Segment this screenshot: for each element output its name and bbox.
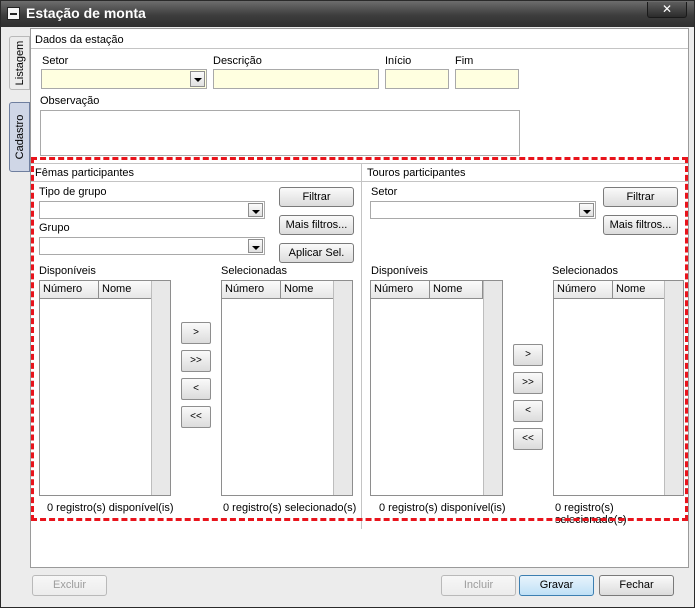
highlight-dashed-outline [31,157,688,521]
incluir-button[interactable]: Incluir [441,575,516,596]
fim-input[interactable] [455,69,519,89]
window-title: Estação de monta [26,5,146,21]
descricao-label: Descrição [213,55,262,67]
title-bar[interactable]: Estação de monta ✕ [1,1,694,27]
descricao-input[interactable] [213,69,379,89]
inicio-input[interactable] [385,69,449,89]
setor-label: Setor [42,55,69,67]
main-window: Estação de monta ✕ Listagem Cadastro Dad… [0,0,695,608]
gravar-button[interactable]: Gravar [519,575,594,596]
tab-listagem[interactable]: Listagem [9,36,30,90]
tab-cadastro-label: Cadastro [13,114,26,160]
dados-section-title: Dados da estação [35,34,124,46]
excluir-button[interactable]: Excluir [32,575,107,596]
observacao-label: Observação [40,95,100,107]
cadastro-panel: Dados da estação Setor Descrição Início … [30,28,689,568]
fim-label: Fim [455,55,474,67]
fechar-button[interactable]: Fechar [599,575,674,596]
tab-cadastro[interactable]: Cadastro [9,102,30,172]
window-menu-icon[interactable] [7,7,20,20]
footer-bar: Excluir Incluir Gravar Fechar [7,570,689,602]
tab-listagem-label: Listagem [13,40,26,86]
setor-dropdown-icon[interactable] [190,71,205,87]
close-button[interactable]: ✕ [647,2,687,18]
client-area: Listagem Cadastro Dados da estação Setor… [7,28,689,602]
dados-separator [31,48,688,49]
setor-select[interactable] [41,69,207,89]
inicio-label: Início [385,55,412,67]
observacao-textarea[interactable] [40,110,520,156]
